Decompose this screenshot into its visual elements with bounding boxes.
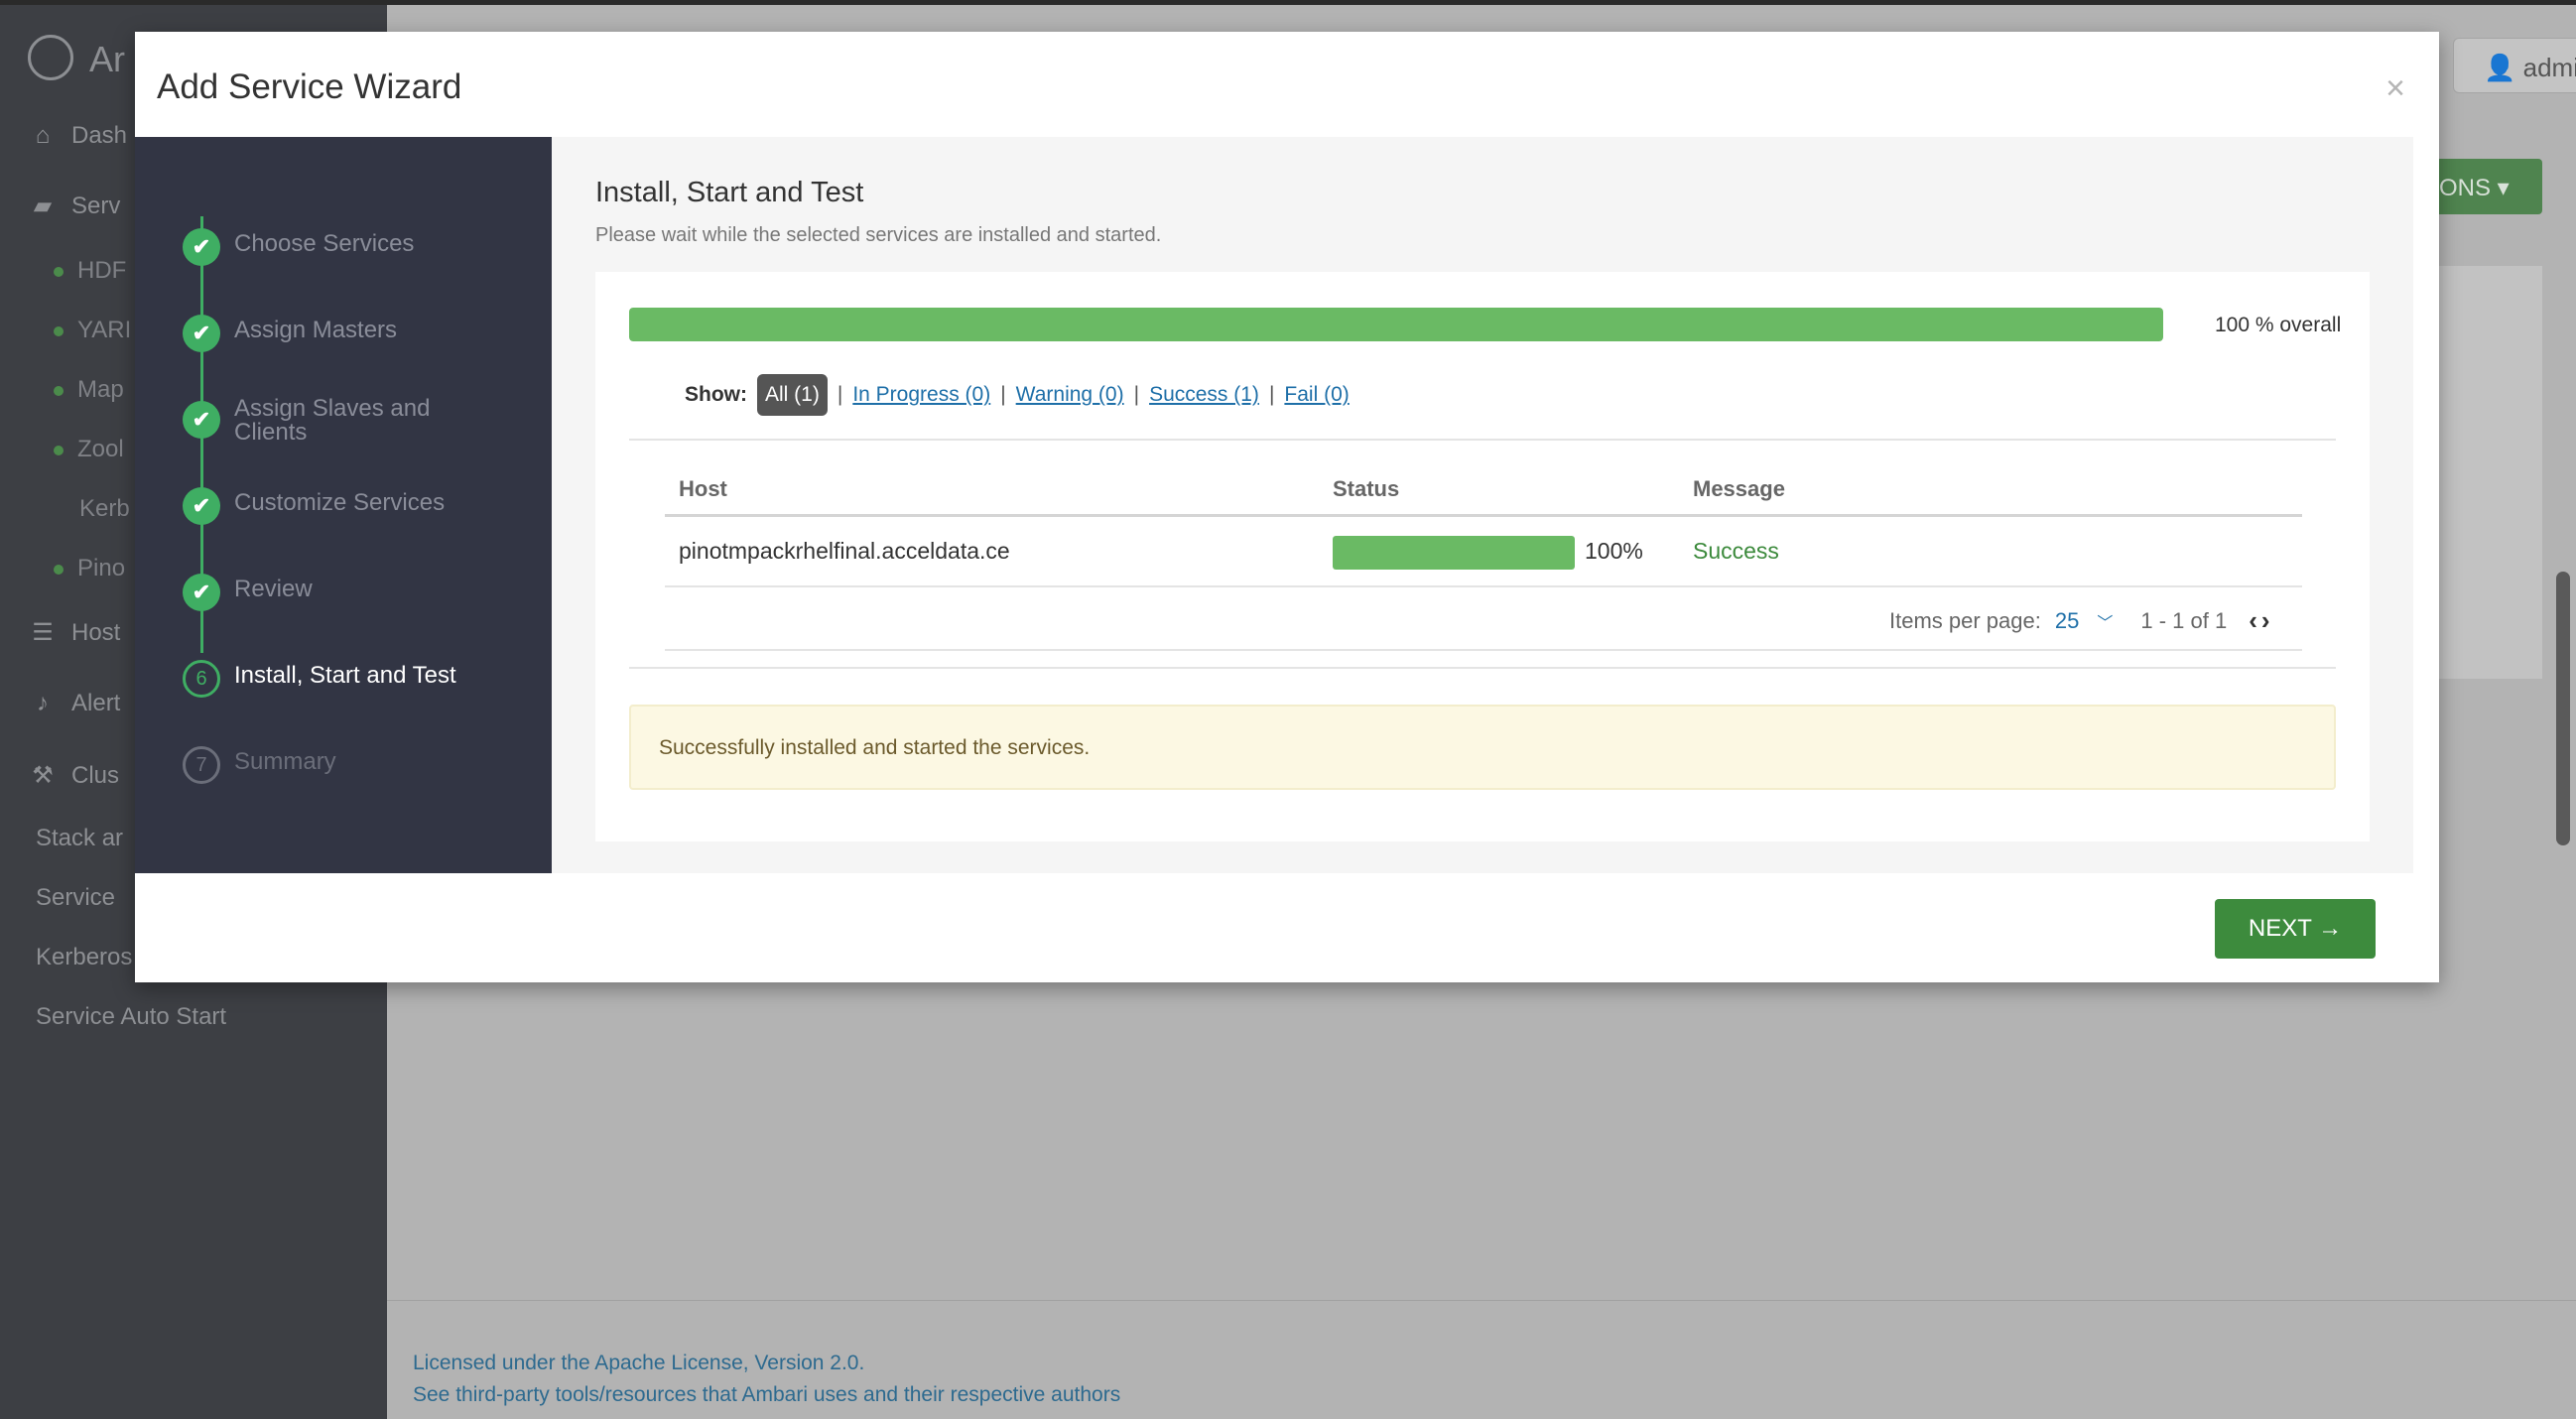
user-menu-button[interactable]: 👤 admi xyxy=(2453,38,2576,93)
nav-dashboard[interactable]: ⌂ Dash xyxy=(28,122,127,150)
license-link[interactable]: Licensed under the Apache License, Versi… xyxy=(413,1352,864,1375)
check-icon: ✔ xyxy=(183,487,220,525)
step-label: Choose Services xyxy=(234,230,415,257)
filters-divider xyxy=(629,439,2336,441)
check-icon: ✔ xyxy=(183,315,220,352)
host-progress-bar xyxy=(1333,536,1575,570)
pager-divider xyxy=(665,649,2302,651)
nav-alerts[interactable]: ♪ Alert xyxy=(28,690,120,717)
link-service-accounts[interactable]: Service xyxy=(36,884,115,912)
service-zookeeper[interactable]: Zool xyxy=(54,436,124,463)
bell-icon: ♪ xyxy=(37,690,49,716)
briefcase-icon: ▰ xyxy=(33,193,53,219)
service-yarn[interactable]: YARI xyxy=(54,317,131,344)
step-label: Assign Slaves and Clients xyxy=(234,395,431,446)
pagination-range: 1 - 1 of 1 xyxy=(2140,607,2228,633)
table-row-divider xyxy=(665,585,2302,587)
table-header-divider xyxy=(665,514,2302,517)
filter-warning[interactable]: Warning (0) xyxy=(1016,383,1124,407)
pagination: Items per page: 25 ﹀ 1 - 1 of 1 ‹› xyxy=(1889,605,2274,636)
show-label: Show: xyxy=(685,383,747,406)
close-icon[interactable]: × xyxy=(2385,69,2405,108)
filter-success[interactable]: Success (1) xyxy=(1149,383,1259,407)
items-per-page-select[interactable]: 25 xyxy=(2055,608,2079,634)
status-filters: Show: All (1) | In Progress (0) | Warnin… xyxy=(685,373,1350,417)
filter-fail[interactable]: Fail (0) xyxy=(1284,383,1349,407)
step-number: 6 xyxy=(183,660,220,698)
check-icon: ✔ xyxy=(183,574,220,611)
actions-button[interactable]: ONS ▾ xyxy=(2431,159,2542,214)
check-icon: ✔ xyxy=(183,401,220,439)
service-pinot[interactable]: Pino xyxy=(54,555,125,582)
check-icon: ✔ xyxy=(183,228,220,266)
nav-services[interactable]: ▰ Serv xyxy=(28,192,121,220)
ambari-logo-icon xyxy=(28,35,73,80)
card-divider xyxy=(629,667,2336,669)
nav-hosts[interactable]: ☰ Host xyxy=(28,618,120,647)
filter-all[interactable]: All (1) xyxy=(757,374,828,416)
service-hdf[interactable]: HDF xyxy=(54,257,126,285)
overall-progress-fill xyxy=(629,308,2163,341)
step-label: Install, Start and Test xyxy=(234,662,456,689)
step-number: 7 xyxy=(183,746,220,784)
link-kerberos[interactable]: Kerberos xyxy=(36,944,132,971)
column-header-status: Status xyxy=(1333,476,1400,501)
host-name-link[interactable]: pinotmpackrhelfinal.acceldata.ce xyxy=(679,538,1010,565)
host-progress-fill xyxy=(1333,536,1575,570)
modal-body: ✔ Choose Services ✔ Assign Masters ✔ Ass… xyxy=(135,137,2413,873)
chevron-down-icon[interactable]: ﹀ xyxy=(2097,609,2113,633)
server-icon: ☰ xyxy=(32,619,54,646)
success-alert: Successfully installed and started the s… xyxy=(629,705,2336,790)
step-label: Assign Masters xyxy=(234,317,398,343)
filter-in-progress[interactable]: In Progress (0) xyxy=(852,383,990,407)
host-message-link[interactable]: Success xyxy=(1693,538,1779,565)
step-label: Review xyxy=(234,576,313,602)
prev-next-arrows-icon[interactable]: ‹› xyxy=(2249,605,2273,636)
nav-cluster-admin[interactable]: ⚒ Clus xyxy=(28,761,119,790)
content-title: Install, Start and Test xyxy=(595,177,864,208)
next-button[interactable]: NEXT → xyxy=(2215,899,2376,959)
content-subtitle: Please wait while the selected services … xyxy=(595,224,1162,246)
service-mapreduce[interactable]: Map xyxy=(54,376,124,404)
step-label: Customize Services xyxy=(234,489,446,516)
wrench-icon: ⚒ xyxy=(32,762,54,789)
add-service-wizard-modal: Add Service Wizard × ✔ Choose Services ✔… xyxy=(135,32,2439,982)
page-scrollbar[interactable] xyxy=(2556,572,2570,845)
install-progress-card: 100 % overall Show: All (1) | In Progres… xyxy=(595,272,2370,841)
column-header-message: Message xyxy=(1693,476,1785,501)
column-header-host: Host xyxy=(679,476,727,501)
step-content: Install, Start and Test Please wait whil… xyxy=(552,137,2413,873)
service-kerberos[interactable]: Kerb xyxy=(79,495,130,523)
link-service-auto-start[interactable]: Service Auto Start xyxy=(36,1003,226,1031)
step-label: Summary xyxy=(234,748,336,775)
link-stack-versions[interactable]: Stack ar xyxy=(36,825,123,852)
host-progress-label: 100% xyxy=(1585,538,1643,564)
home-icon: ⌂ xyxy=(35,122,51,149)
user-icon: 👤 xyxy=(2484,53,2516,82)
overall-progress-label: 100 % overall xyxy=(2215,314,2342,336)
third-party-link[interactable]: See third-party tools/resources that Amb… xyxy=(413,1383,1120,1407)
wizard-steps: ✔ Choose Services ✔ Assign Masters ✔ Ass… xyxy=(135,137,552,873)
overall-progress-bar xyxy=(629,308,2163,341)
items-per-page-label: Items per page: xyxy=(1889,607,2041,633)
brand-name: Ar xyxy=(89,39,125,79)
footer-divider xyxy=(387,1300,2576,1301)
modal-title: Add Service Wizard xyxy=(157,67,462,106)
